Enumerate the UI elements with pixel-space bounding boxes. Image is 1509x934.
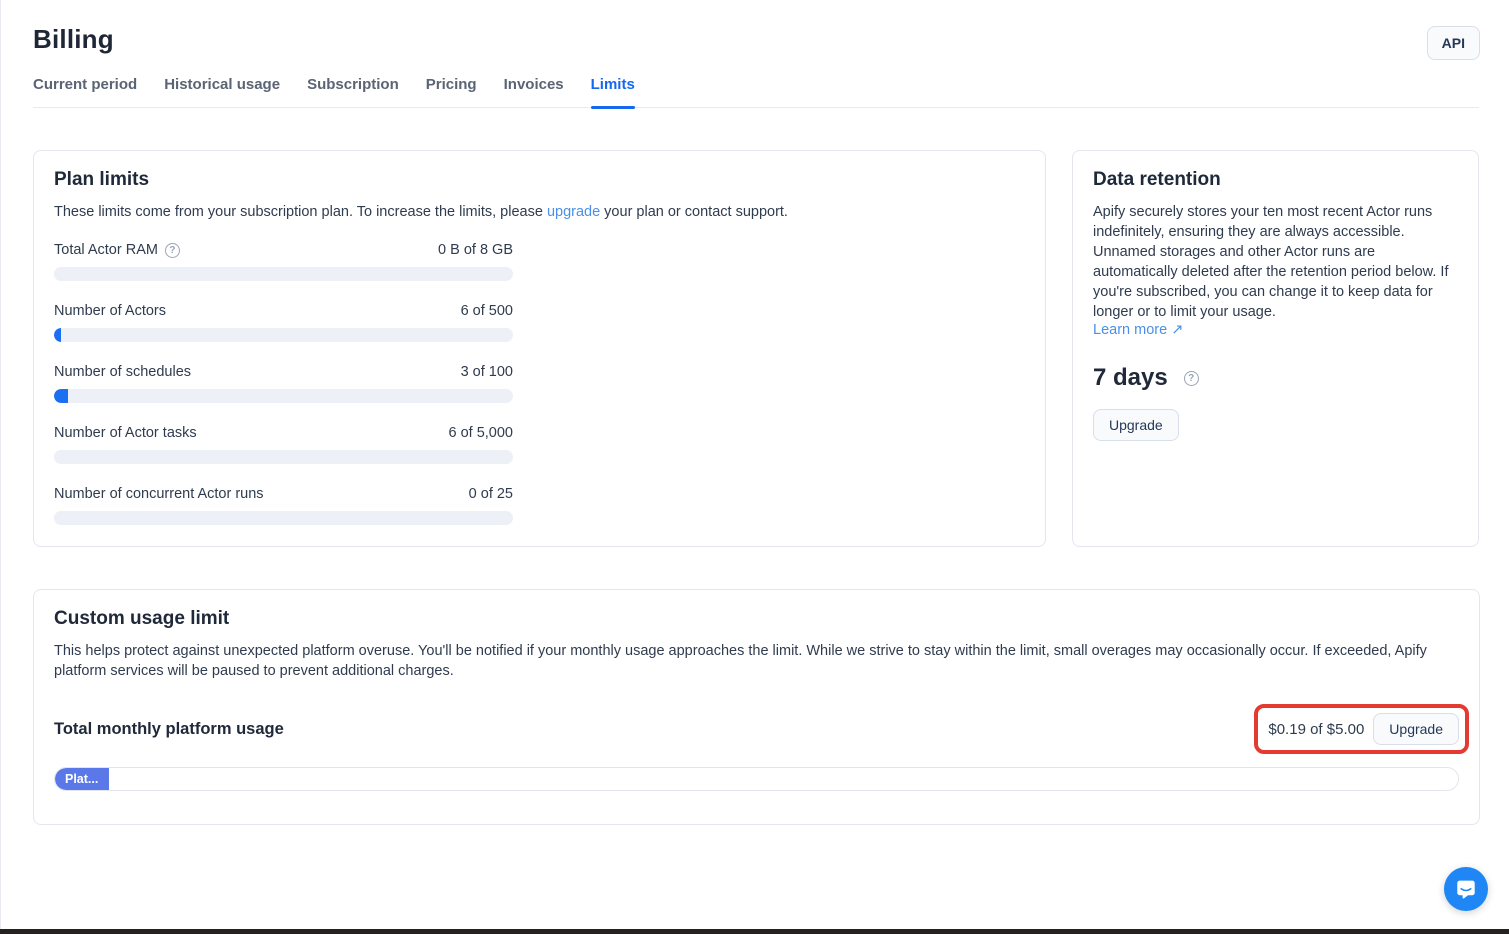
top-cards-row: Plan limits These limits come from your … [33, 150, 1479, 547]
external-link-icon: ↗ [1171, 322, 1183, 338]
learn-more-link[interactable]: Learn more ↗ [1093, 322, 1183, 338]
progress-track [54, 389, 513, 403]
upgrade-link[interactable]: upgrade [547, 204, 600, 220]
retention-upgrade-button[interactable]: Upgrade [1093, 409, 1179, 441]
custom-usage-limit-card: Custom usage limit This helps protect ag… [33, 589, 1480, 825]
usage-highlight-annotation: $0.19 of $5.00 Upgrade [1254, 704, 1469, 754]
progress-fill [54, 389, 68, 403]
usage-segment-label: Plat... [65, 772, 98, 786]
chat-launcher-button[interactable] [1444, 867, 1488, 911]
custom-usage-title: Custom usage limit [54, 608, 1459, 630]
tab-subscription[interactable]: Subscription [307, 76, 399, 107]
limit-row-number-of-schedules: Number of schedules 3 of 100 [54, 364, 513, 403]
usage-upgrade-button[interactable]: Upgrade [1373, 713, 1459, 745]
plan-limit-rows: Total Actor RAM ? 0 B of 8 GB Number of … [54, 242, 513, 525]
custom-usage-description: This helps protect against unexpected pl… [54, 641, 1459, 681]
retention-value-row: 7 days ? [1093, 364, 1458, 392]
description-prefix: These limits come from your subscription… [54, 204, 547, 220]
plan-limits-title: Plan limits [54, 169, 1025, 191]
limit-row-concurrent-actor-runs: Number of concurrent Actor runs 0 of 25 [54, 486, 513, 525]
limit-row-total-actor-ram: Total Actor RAM ? 0 B of 8 GB [54, 242, 513, 281]
progress-fill [54, 328, 61, 342]
data-retention-description: Apify securely stores your ten most rece… [1093, 202, 1458, 322]
tab-limits[interactable]: Limits [591, 76, 635, 107]
description-suffix: your plan or contact support. [600, 204, 788, 220]
tab-current-period[interactable]: Current period [33, 76, 137, 107]
limit-label: Number of concurrent Actor runs [54, 486, 264, 502]
plan-limits-description: These limits come from your subscription… [54, 202, 1025, 222]
taskbar-edge [0, 929, 1509, 934]
progress-track [54, 267, 513, 281]
retention-value: 7 days [1093, 364, 1168, 392]
limit-row-number-of-actor-tasks: Number of Actor tasks 6 of 5,000 [54, 425, 513, 464]
data-retention-card: Data retention Apify securely stores you… [1072, 150, 1479, 547]
tab-pricing[interactable]: Pricing [426, 76, 477, 107]
limit-value: 6 of 5,000 [449, 425, 514, 441]
help-icon[interactable]: ? [165, 243, 180, 258]
usage-label: Total monthly platform usage [54, 720, 284, 739]
limit-value: 0 B of 8 GB [438, 242, 513, 258]
usage-value: $0.19 of $5.00 [1268, 721, 1364, 738]
limit-value: 3 of 100 [461, 364, 513, 380]
limit-label: Number of Actors [54, 303, 166, 319]
billing-page: Billing API Current period Historical us… [0, 0, 1509, 934]
limit-row-number-of-actors: Number of Actors 6 of 500 [54, 303, 513, 342]
plan-limits-card: Plan limits These limits come from your … [33, 150, 1046, 547]
limit-value: 6 of 500 [461, 303, 513, 319]
limit-label: Number of Actor tasks [54, 425, 197, 441]
tab-historical-usage[interactable]: Historical usage [164, 76, 280, 107]
usage-row: Total monthly platform usage $0.19 of $5… [54, 704, 1459, 754]
tab-invoices[interactable]: Invoices [504, 76, 564, 107]
progress-track [54, 450, 513, 464]
progress-track [54, 511, 513, 525]
chat-bubble-icon [1455, 878, 1477, 900]
help-icon[interactable]: ? [1184, 371, 1199, 386]
limit-value: 0 of 25 [469, 486, 513, 502]
progress-track [54, 328, 513, 342]
usage-progress-fill: Plat... [55, 768, 109, 790]
limit-label: Total Actor RAM [54, 242, 158, 258]
usage-progress-track: Plat... [54, 767, 1459, 791]
limit-label: Number of schedules [54, 364, 191, 380]
data-retention-title: Data retention [1093, 169, 1458, 191]
page-title: Billing [33, 0, 1479, 55]
api-button[interactable]: API [1427, 26, 1480, 60]
billing-tabs: Current period Historical usage Subscrip… [33, 76, 1479, 108]
